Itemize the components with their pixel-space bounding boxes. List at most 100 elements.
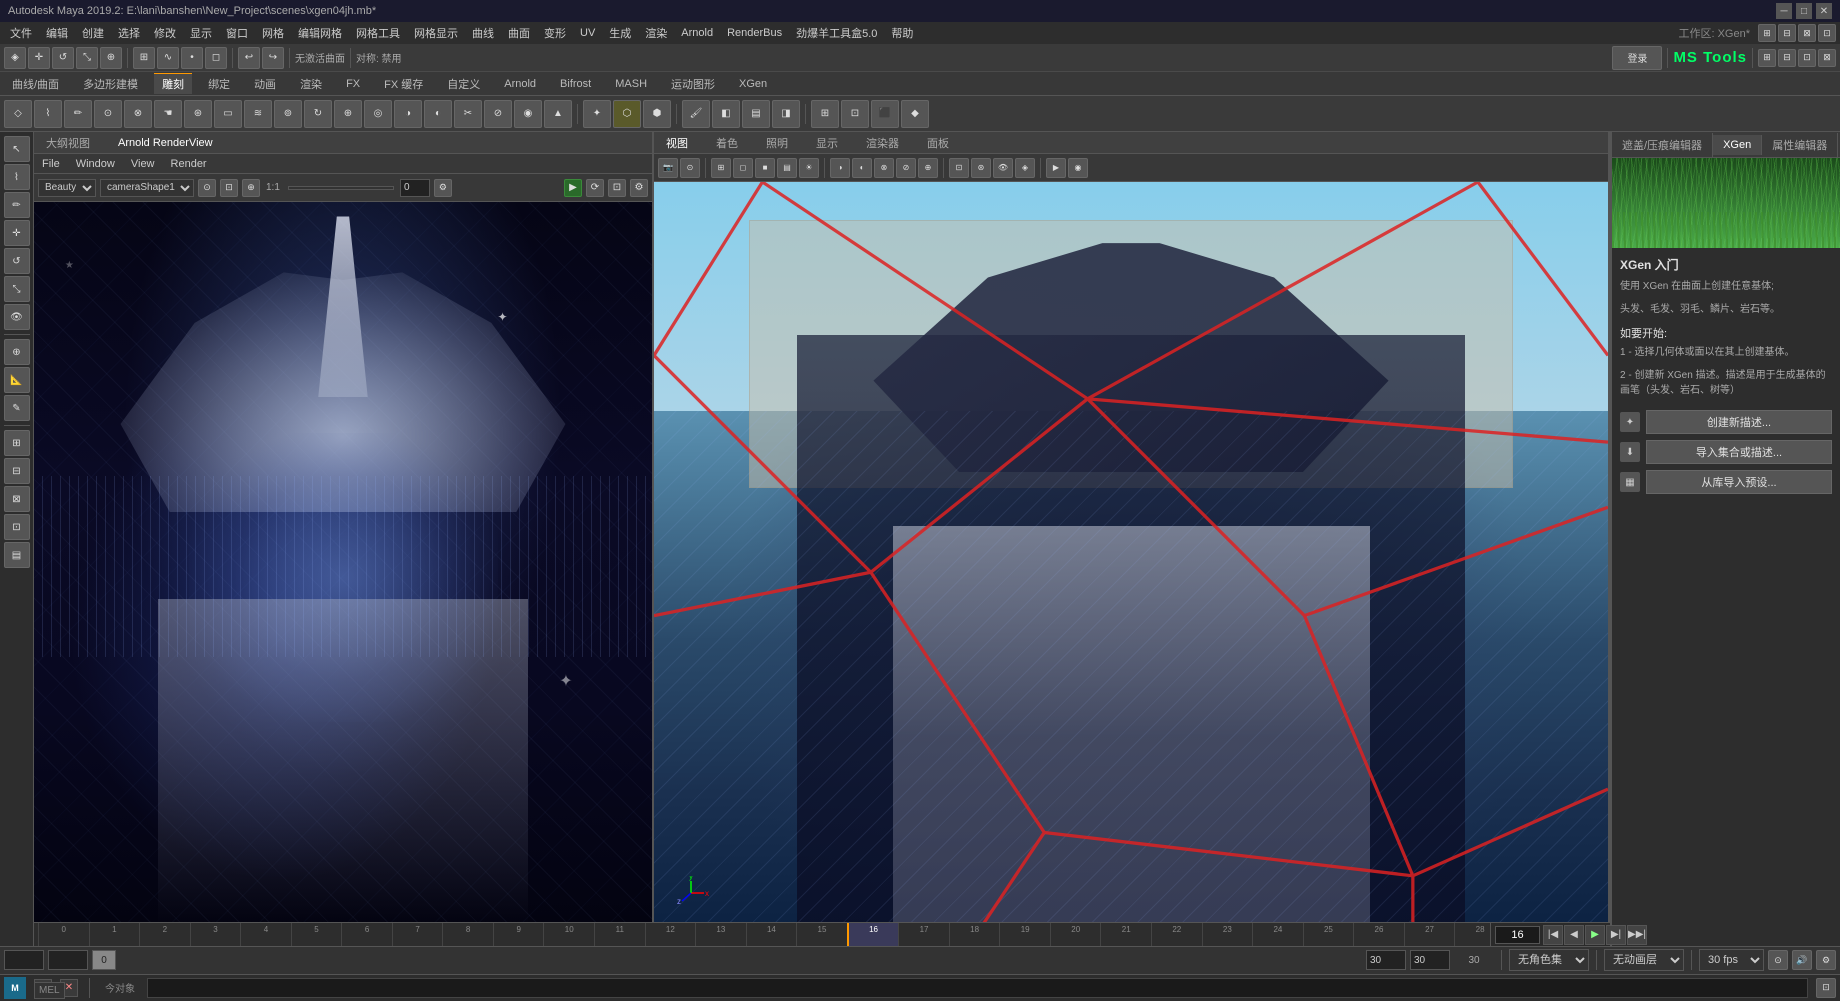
render-window-menu[interactable]: Window	[72, 156, 119, 172]
tab-rig[interactable]: 绑定	[200, 74, 238, 94]
fps-anim-btn[interactable]: ⊙	[1768, 950, 1788, 970]
char-set-select[interactable]: 无角色集	[1509, 949, 1589, 971]
left-settings1[interactable]: ⊞	[4, 430, 30, 456]
vp-light-tab[interactable]: 照明	[760, 135, 794, 151]
login-btn[interactable]: 登录	[1612, 46, 1662, 70]
snap-btn4[interactable]: ⊡	[1818, 24, 1836, 42]
vp-texture-btn[interactable]: ▤	[777, 158, 797, 178]
tl-25[interactable]: 25	[1303, 923, 1354, 947]
anim-start-input[interactable]: 0	[48, 950, 88, 970]
tool-select[interactable]: ◈	[4, 47, 26, 69]
range-end-input[interactable]	[1366, 950, 1406, 970]
render-cam-btn[interactable]: ⊙	[198, 179, 216, 197]
tl-13[interactable]: 13	[695, 923, 746, 947]
vp-panel-tab[interactable]: 面板	[921, 135, 955, 151]
icon-wax[interactable]: ◎	[364, 100, 392, 128]
menu-render[interactable]: 渲染	[639, 23, 673, 43]
menu-meshdisp[interactable]: 网格显示	[408, 23, 464, 43]
tl-8[interactable]: 8	[442, 923, 493, 947]
play-render-btn[interactable]: ▶	[564, 179, 582, 197]
vp-xray-btn[interactable]: ⊛	[971, 158, 991, 178]
render-zoom-btn[interactable]: ⊕	[242, 179, 260, 197]
icon-grab[interactable]: ☚	[154, 100, 182, 128]
tab-curves[interactable]: 曲线/曲面	[4, 74, 67, 94]
vp-cam-btn[interactable]: 📷	[658, 158, 678, 178]
anim-layer-select[interactable]: 无动画层	[1604, 949, 1684, 971]
render-file-menu[interactable]: File	[38, 156, 64, 172]
attr-tab[interactable]: 属性编辑器	[1762, 133, 1838, 157]
menu-mesh[interactable]: 网格	[256, 23, 290, 43]
anim-end-input[interactable]	[1410, 950, 1450, 970]
vp-grid-btn[interactable]: ⊞	[711, 158, 731, 178]
tab-mash[interactable]: MASH	[607, 76, 655, 92]
icon-knife[interactable]: ✂	[454, 100, 482, 128]
undo-btn[interactable]: ↩	[238, 47, 260, 69]
tl-1[interactable]: 1	[89, 923, 140, 947]
left-rotate[interactable]: ↺	[4, 248, 30, 274]
tl-17[interactable]: 17	[898, 923, 949, 947]
tab-sculpt[interactable]: 雕刻	[154, 73, 192, 94]
menu-renderbus[interactable]: RenderBus	[721, 25, 788, 41]
current-frame-input[interactable]	[1495, 926, 1540, 944]
icon-select-tool[interactable]: ◇	[4, 100, 32, 128]
vp-show-btn[interactable]: 👁	[993, 158, 1013, 178]
command-line[interactable]	[147, 978, 1808, 998]
vp-dof-btn[interactable]: ⊘	[896, 158, 916, 178]
tab-poly[interactable]: 多边形建模	[75, 74, 146, 94]
menu-editmesh[interactable]: 编辑网格	[292, 23, 348, 43]
xgen-import-btn[interactable]: 导入集合或描述...	[1646, 440, 1832, 464]
left-settings2[interactable]: ⊟	[4, 458, 30, 484]
icon-lasso[interactable]: ⌇	[34, 100, 62, 128]
menu-help[interactable]: 帮助	[885, 23, 919, 43]
snap-btn1[interactable]: ⊞	[1758, 24, 1776, 42]
icon-fill[interactable]: ◐	[424, 100, 452, 128]
vp-light-btn[interactable]: ☀	[799, 158, 819, 178]
snap-surface[interactable]: ◻	[205, 47, 227, 69]
icon-paint1[interactable]: 🖌	[682, 100, 710, 128]
render-fit-btn[interactable]: ⊡	[220, 179, 238, 197]
tl-14[interactable]: 14	[746, 923, 797, 947]
toolbar-icon2[interactable]: ⊟	[1778, 49, 1796, 67]
left-settings5[interactable]: ▤	[4, 542, 30, 568]
vp-render-tab[interactable]: 渲染器	[860, 135, 905, 151]
tab-fx[interactable]: FX	[338, 76, 368, 92]
outline-tab[interactable]: 大纲视图	[40, 135, 96, 151]
tl-10[interactable]: 10	[543, 923, 594, 947]
maximize-button[interactable]: □	[1796, 3, 1812, 19]
tl-9[interactable]: 9	[493, 923, 544, 947]
tl-3[interactable]: 3	[190, 923, 241, 947]
vp-display-tab[interactable]: 显示	[810, 135, 844, 151]
vp-iso-btn[interactable]: ⊡	[949, 158, 969, 178]
icon-sym1[interactable]: ✦	[583, 100, 611, 128]
vp-ao-btn[interactable]: ◐	[852, 158, 872, 178]
next-frame-btn[interactable]: ▶|	[1606, 925, 1626, 945]
range-start-input[interactable]: 0	[4, 950, 44, 970]
play-fwd-btn[interactable]: ▶	[1585, 925, 1605, 945]
vp-hud-btn[interactable]: ⊕	[918, 158, 938, 178]
tl-11[interactable]: 11	[594, 923, 645, 947]
icon-paint4[interactable]: ◨	[772, 100, 800, 128]
tl-6[interactable]: 6	[341, 923, 392, 947]
tl-16[interactable]: 16	[847, 923, 899, 947]
icon-misc2[interactable]: ⊡	[841, 100, 869, 128]
toolbar-icon3[interactable]: ⊡	[1798, 49, 1816, 67]
left-show[interactable]: 👁	[4, 304, 30, 330]
icon-paint[interactable]: ✏	[64, 100, 92, 128]
left-paint[interactable]: ✏	[4, 192, 30, 218]
tl-7[interactable]: 7	[392, 923, 443, 947]
icon-spray[interactable]: ⊚	[274, 100, 302, 128]
menu-arnold[interactable]: Arnold	[675, 25, 719, 41]
vp-snap-btn[interactable]: ◉	[1068, 158, 1088, 178]
viewport-canvas[interactable]: x y z persp	[654, 182, 1608, 946]
goto-start-btn[interactable]: |◀	[1543, 925, 1563, 945]
icon-flatten[interactable]: ▭	[214, 100, 242, 128]
left-settings4[interactable]: ⊡	[4, 514, 30, 540]
timeline-numbers[interactable]: 0 1 2 3 4 5 6 7 8 9 10 11 12 13 14 15 16…	[38, 923, 1606, 947]
icon-paint3[interactable]: ▤	[742, 100, 770, 128]
coverage-tab[interactable]: 遮盖/压痕编辑器	[1612, 133, 1713, 157]
snap-btn2[interactable]: ⊟	[1778, 24, 1796, 42]
tool-rotate[interactable]: ↺	[52, 47, 74, 69]
left-settings3[interactable]: ⊠	[4, 486, 30, 512]
icon-sculpt2[interactable]: ⊙	[94, 100, 122, 128]
left-measure[interactable]: 📐	[4, 367, 30, 393]
